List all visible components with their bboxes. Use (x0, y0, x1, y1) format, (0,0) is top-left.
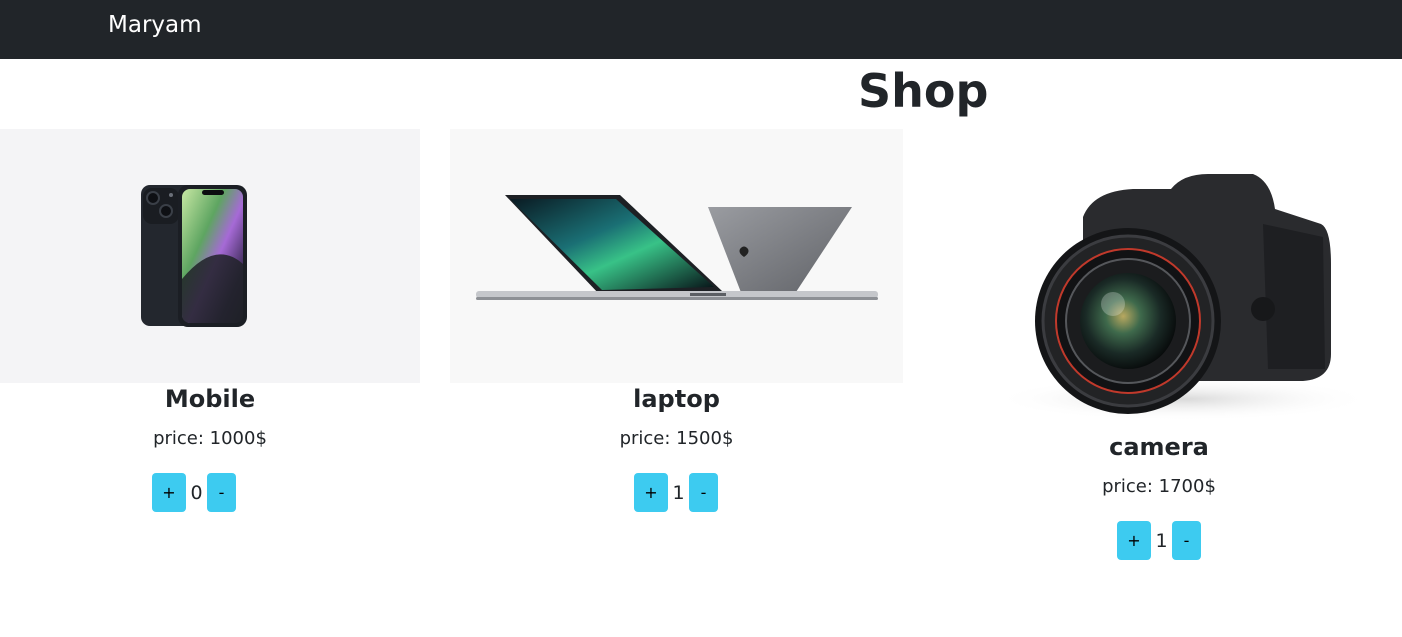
decrement-button[interactable]: - (1172, 521, 1201, 560)
increment-button[interactable]: + (634, 473, 668, 512)
quantity-value: 0 (190, 481, 203, 504)
quantity-stepper: + 1 - (634, 473, 718, 512)
navbar: Maryam (0, 0, 1402, 59)
product-image-mobile (0, 129, 420, 383)
product-card-laptop: laptop price: 1500$ + 1 - (450, 129, 903, 529)
product-image-camera (933, 129, 1385, 432)
decrement-button[interactable]: - (207, 473, 236, 512)
decrement-button[interactable]: - (689, 473, 718, 512)
product-name: Mobile (164, 385, 256, 413)
increment-button[interactable]: + (1117, 521, 1151, 560)
quantity-value: 1 (1155, 529, 1168, 552)
quantity-stepper: + 1 - (1117, 521, 1201, 560)
product-name: camera (1109, 433, 1209, 461)
product-image-laptop (450, 129, 903, 383)
increment-button[interactable]: + (152, 473, 186, 512)
product-name: laptop (633, 385, 720, 413)
quantity-value: 1 (672, 481, 685, 504)
product-card-mobile: Mobile price: 1000$ + 0 - (0, 129, 420, 529)
product-card-camera: camera price: 1700$ + 1 - (933, 129, 1385, 569)
product-price: price: 1000$ (153, 428, 267, 449)
product-price: price: 1500$ (619, 428, 734, 449)
quantity-stepper: + 0 - (152, 473, 236, 512)
product-price: price: 1700$ (1102, 476, 1216, 497)
page-title: Shop (858, 64, 989, 118)
navbar-brand[interactable]: Maryam (108, 10, 202, 40)
